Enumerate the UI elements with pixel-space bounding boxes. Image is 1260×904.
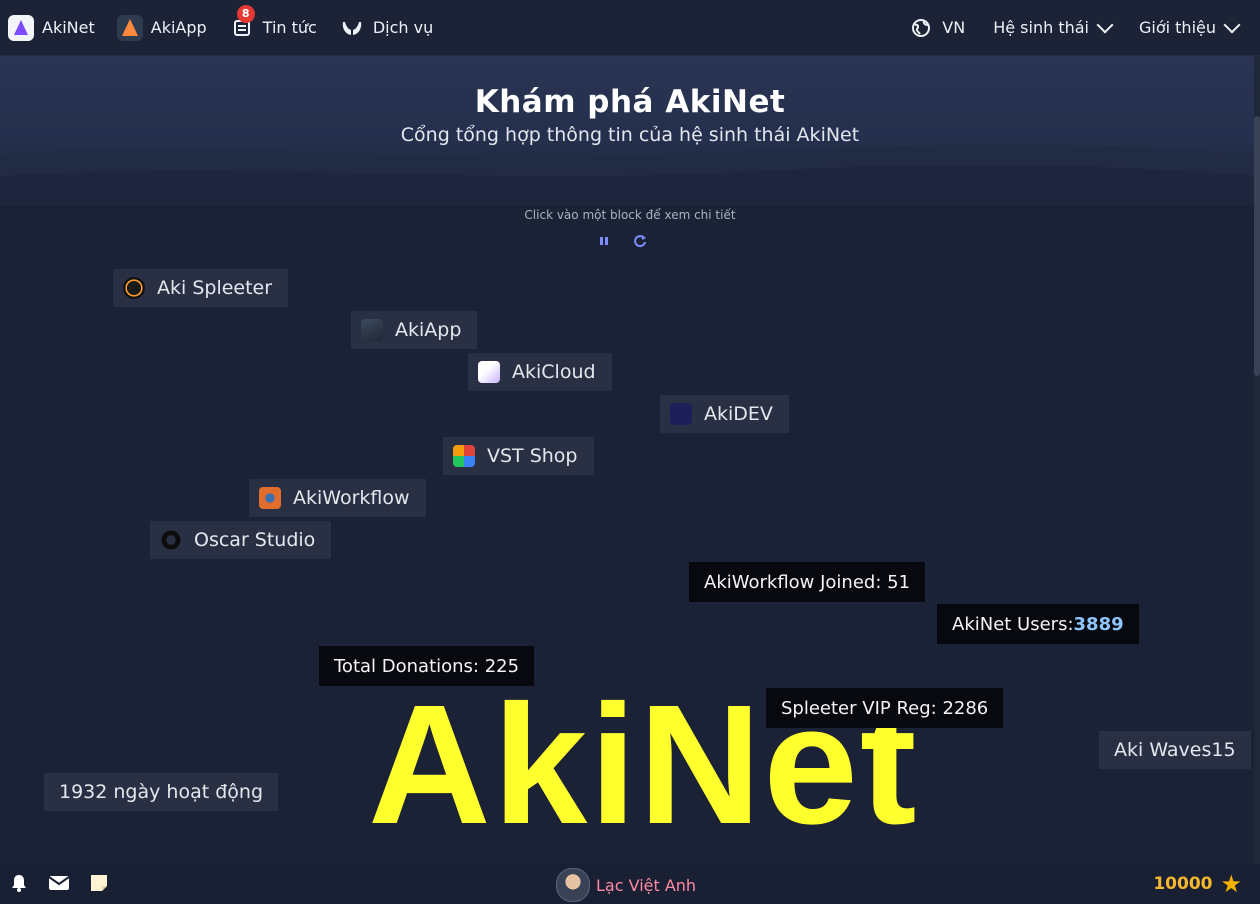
chevron-down-icon bbox=[1096, 16, 1114, 33]
akiapp-icon bbox=[361, 319, 383, 341]
stat-spleeter-vip[interactable]: Spleeter VIP Reg: 2286 bbox=[766, 688, 1004, 728]
block-label: Aki Waves15 bbox=[1114, 739, 1236, 761]
coin-value: 10000 bbox=[1153, 874, 1213, 894]
oscar-studio-icon bbox=[160, 529, 182, 551]
block-aki-spleeter[interactable]: Aki Spleeter bbox=[113, 269, 289, 307]
avatar bbox=[556, 868, 590, 902]
akidev-icon bbox=[670, 403, 692, 425]
about-dropdown[interactable]: Giới thiệu bbox=[1138, 16, 1241, 37]
bell-icon bbox=[12, 875, 26, 892]
block-label: VST Shop bbox=[487, 445, 578, 467]
block-label: Oscar Studio bbox=[194, 529, 316, 551]
ecosystem-dropdown[interactable]: Hệ sinh thái bbox=[993, 16, 1114, 37]
nav-akiapp[interactable]: AkiApp bbox=[116, 14, 207, 41]
about-label: Giới thiệu bbox=[1138, 18, 1216, 37]
hint-text: Click vào một block để xem chi tiết bbox=[524, 208, 736, 222]
stat-akinet-users[interactable]: AkiNet Users: 3889 bbox=[937, 604, 1139, 644]
akiworkflow-icon bbox=[259, 487, 281, 509]
mail-icon bbox=[48, 876, 70, 890]
refresh-icon bbox=[634, 235, 646, 248]
nav-right-group: VN Hệ sinh thái Giới thiệu bbox=[880, 15, 1252, 41]
pause-icon bbox=[600, 237, 608, 245]
scrollbar-thumb[interactable] bbox=[1254, 116, 1260, 376]
block-akiworkflow[interactable]: AkiWorkflow bbox=[249, 479, 426, 517]
block-label: AkiDEV bbox=[704, 403, 773, 425]
page-subtitle: Cổng tổng hợp thông tin của hệ sinh thái… bbox=[400, 124, 860, 146]
sticky-note-icon bbox=[91, 875, 107, 891]
notes-button[interactable] bbox=[88, 873, 110, 893]
top-navbar: AkiNet AkiApp 8 Tin tức Dịch vụ VN Hệ si… bbox=[0, 0, 1260, 56]
user-profile[interactable]: Lạc Việt Anh bbox=[556, 868, 696, 902]
block-akicloud[interactable]: AkiCloud bbox=[468, 353, 612, 391]
coin-balance[interactable]: 10000 ★ bbox=[1153, 870, 1242, 898]
block-label: AkiApp bbox=[395, 319, 462, 341]
block-label: AkiCloud bbox=[512, 361, 596, 383]
refresh-button[interactable] bbox=[630, 232, 650, 250]
scrollbar-track[interactable] bbox=[1254, 56, 1260, 864]
hands-icon bbox=[339, 15, 365, 41]
vst-shop-icon bbox=[453, 445, 475, 467]
akiapp-logo-icon bbox=[116, 14, 143, 41]
spleeter-icon bbox=[123, 277, 145, 299]
block-akidev[interactable]: AkiDEV bbox=[660, 395, 789, 433]
star-icon: ★ bbox=[1220, 870, 1242, 898]
language-label: VN bbox=[942, 18, 966, 37]
nav-services[interactable]: Dịch vụ bbox=[339, 15, 433, 41]
block-label: AkiWorkflow bbox=[293, 487, 410, 509]
block-label: 1932 ngày hoạt động bbox=[59, 781, 264, 803]
akinet-logo-icon bbox=[8, 14, 34, 41]
block-label: Aki Spleeter bbox=[157, 277, 273, 299]
block-aki-waves[interactable]: Aki Waves15 bbox=[1099, 731, 1251, 769]
nav-news-label: Tin tức bbox=[262, 18, 317, 37]
stat-label: AkiNet Users: bbox=[952, 613, 1074, 635]
wave-decoration bbox=[0, 144, 1260, 206]
nav-akiapp-label: AkiApp bbox=[150, 18, 207, 37]
akicloud-icon bbox=[478, 361, 500, 383]
stat-label: Spleeter VIP Reg: 2286 bbox=[781, 697, 989, 719]
news-badge: 8 bbox=[236, 4, 255, 23]
stat-akiworkflow-joined[interactable]: AkiWorkflow Joined: 51 bbox=[689, 562, 926, 602]
chevron-down-icon bbox=[1223, 16, 1241, 33]
block-oscar-studio[interactable]: Oscar Studio bbox=[150, 521, 332, 559]
page-title: Khám phá AkiNet bbox=[474, 84, 786, 120]
hero-banner: Khám phá AkiNet Cổng tổng hợp thông tin … bbox=[0, 56, 1260, 206]
block-vst-shop[interactable]: VST Shop bbox=[443, 437, 594, 475]
stat-label: AkiWorkflow Joined: 51 bbox=[704, 571, 911, 593]
nav-akinet-label: AkiNet bbox=[42, 18, 95, 37]
pause-button[interactable] bbox=[594, 232, 614, 250]
user-name: Lạc Việt Anh bbox=[596, 875, 697, 895]
nav-akinet[interactable]: AkiNet bbox=[8, 14, 95, 41]
block-active-days[interactable]: 1932 ngày hoạt động bbox=[44, 773, 279, 811]
globe-icon bbox=[908, 15, 934, 41]
nav-news[interactable]: 8 Tin tức bbox=[229, 4, 317, 41]
bell-button[interactable] bbox=[8, 873, 30, 893]
stat-value: 3889 bbox=[1073, 613, 1124, 635]
language-selector[interactable]: VN bbox=[908, 15, 965, 41]
ecosystem-label: Hệ sinh thái bbox=[993, 18, 1089, 37]
mail-button[interactable] bbox=[48, 873, 70, 893]
block-akiapp[interactable]: AkiApp bbox=[351, 311, 478, 349]
nav-services-label: Dịch vụ bbox=[372, 18, 434, 37]
